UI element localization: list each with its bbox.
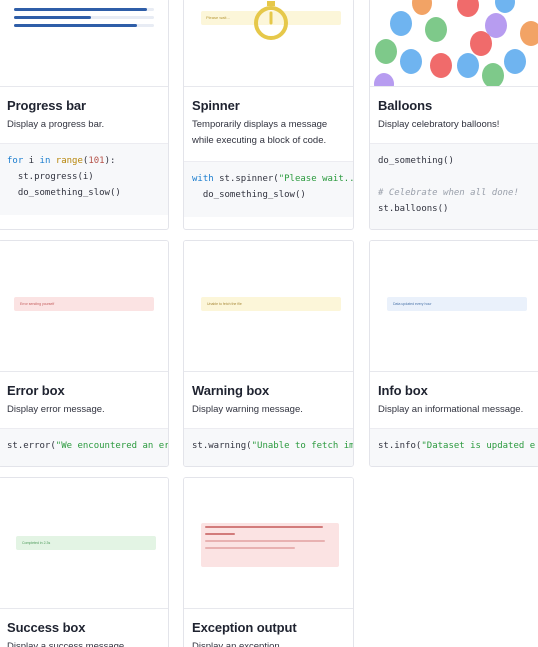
exception-traceback bbox=[201, 523, 339, 567]
code-text: st.warning( bbox=[192, 441, 252, 451]
code-builtin: range bbox=[50, 156, 83, 166]
traceback-line bbox=[205, 547, 295, 549]
balloon bbox=[504, 49, 526, 74]
code-keyword: in bbox=[39, 156, 51, 166]
stopwatch-icon bbox=[254, 1, 288, 40]
code-snippet[interactable]: with st.spinner("Please wait... do_somet… bbox=[184, 161, 353, 217]
card-description: Display an exception. bbox=[192, 641, 283, 647]
code-line: st.progress(i) bbox=[7, 172, 94, 182]
code-line: do_something() bbox=[378, 156, 454, 166]
code-string: "Please wait... bbox=[278, 174, 353, 184]
card-exception-output[interactable]: Exception output Display an exception. bbox=[183, 477, 354, 647]
card-warning-box[interactable]: Unable to fetch the file Warning box Dis… bbox=[183, 240, 354, 467]
card-description: Display celebratory balloons! bbox=[378, 119, 500, 130]
card-info: Success box Display a success message. bbox=[0, 609, 168, 647]
code-text: ): bbox=[104, 156, 116, 166]
code-snippet[interactable]: do_something() # Celebrate when all done… bbox=[370, 143, 538, 229]
success-alert: Completed in 2.3s bbox=[16, 536, 156, 550]
balloons-preview bbox=[370, 0, 538, 87]
card-balloons[interactable]: Balloons Display celebratory balloons! d… bbox=[369, 0, 538, 230]
card-title: Error box bbox=[7, 383, 65, 398]
code-snippet[interactable]: st.info("Dataset is updated e bbox=[370, 428, 538, 466]
code-snippet[interactable]: st.error("We encountered an er bbox=[0, 428, 168, 466]
card-title: Success box bbox=[7, 620, 86, 635]
card-title: Exception output bbox=[192, 620, 297, 635]
card-description: Display an informational message. bbox=[378, 404, 524, 415]
exception-preview bbox=[184, 478, 353, 609]
card-description: Display error message. bbox=[7, 404, 105, 415]
balloon bbox=[520, 21, 538, 46]
info-alert: Data updated every hour bbox=[387, 297, 527, 311]
balloon bbox=[425, 17, 447, 42]
balloon bbox=[412, 0, 432, 15]
traceback-line bbox=[205, 533, 235, 535]
card-description: Display warning message. bbox=[192, 404, 303, 415]
card-progress-bar[interactable]: Progress bar Display a progress bar. for… bbox=[0, 0, 169, 230]
balloon bbox=[430, 53, 452, 78]
card-info: Spinner Temporarily displays a message w… bbox=[184, 87, 353, 149]
balloon bbox=[457, 53, 479, 78]
card-info: Warning box Display warning message. bbox=[184, 372, 353, 418]
info-preview: Data updated every hour bbox=[370, 241, 538, 372]
card-success-box[interactable]: Completed in 2.3s Success box Display a … bbox=[0, 477, 169, 647]
card-description: Display a progress bar. bbox=[7, 119, 105, 130]
balloon bbox=[390, 11, 412, 36]
progress-fill-2 bbox=[14, 16, 91, 19]
card-title: Progress bar bbox=[7, 98, 87, 113]
card-info: Progress bar Display a progress bar. bbox=[0, 87, 168, 133]
error-alert: Error sending yourself bbox=[14, 297, 154, 311]
progress-preview bbox=[0, 0, 168, 87]
code-text: i bbox=[23, 156, 40, 166]
code-string: "Dataset is updated e bbox=[421, 441, 536, 451]
balloon bbox=[470, 31, 492, 56]
card-title: Balloons bbox=[378, 98, 433, 113]
balloon bbox=[457, 0, 479, 17]
card-info: Balloons Display celebratory balloons! bbox=[370, 87, 538, 133]
card-info: Info box Display an informational messag… bbox=[370, 372, 538, 418]
code-line: do_something_slow() bbox=[7, 188, 121, 198]
card-spinner[interactable]: Please wait... Spinner Temporarily displ… bbox=[183, 0, 354, 230]
code-line: st.balloons() bbox=[378, 204, 449, 214]
code-snippet[interactable]: for i in range(101): st.progress(i) do_s… bbox=[0, 143, 168, 215]
card-title: Warning box bbox=[192, 383, 270, 398]
traceback-line bbox=[205, 526, 323, 528]
progress-fill-1 bbox=[14, 8, 147, 11]
warning-preview: Unable to fetch the file bbox=[184, 241, 353, 372]
balloon bbox=[400, 49, 422, 74]
card-description: Temporarily displays a message while exe… bbox=[192, 119, 328, 146]
code-keyword: for bbox=[7, 156, 24, 166]
code-line: do_something_slow() bbox=[192, 190, 306, 200]
warning-alert: Unable to fetch the file bbox=[201, 297, 341, 311]
card-info: Exception output Display an exception. bbox=[184, 609, 353, 647]
balloon bbox=[375, 39, 397, 64]
balloon bbox=[495, 0, 515, 13]
success-preview: Completed in 2.3s bbox=[0, 478, 168, 609]
balloon bbox=[374, 73, 394, 86]
card-error-box[interactable]: Error sending yourself Error box Display… bbox=[0, 240, 169, 467]
code-text: st.info( bbox=[378, 441, 422, 451]
card-title: Info box bbox=[378, 383, 428, 398]
traceback-line bbox=[205, 540, 325, 542]
code-string: "Unable to fetch im bbox=[251, 441, 353, 451]
card-info-box[interactable]: Data updated every hour Info box Display… bbox=[369, 240, 538, 467]
code-text: st.error( bbox=[7, 441, 56, 451]
code-string: "We encountered an er bbox=[55, 441, 168, 451]
progress-fill-3 bbox=[14, 24, 137, 27]
card-description: Display a success message. bbox=[7, 641, 127, 647]
card-info: Error box Display error message. bbox=[0, 372, 168, 418]
code-number: 101 bbox=[88, 156, 105, 166]
code-keyword: with bbox=[192, 174, 214, 184]
code-text: st.spinner( bbox=[213, 174, 279, 184]
code-comment: # Celebrate when all done! bbox=[378, 188, 519, 198]
error-preview: Error sending yourself bbox=[0, 241, 168, 372]
code-snippet[interactable]: st.warning("Unable to fetch im bbox=[184, 428, 353, 466]
balloon bbox=[482, 63, 504, 86]
spinner-preview: Please wait... bbox=[184, 0, 353, 87]
snippet-grid: Progress bar Display a progress bar. for… bbox=[0, 0, 538, 647]
card-title: Spinner bbox=[192, 98, 240, 113]
